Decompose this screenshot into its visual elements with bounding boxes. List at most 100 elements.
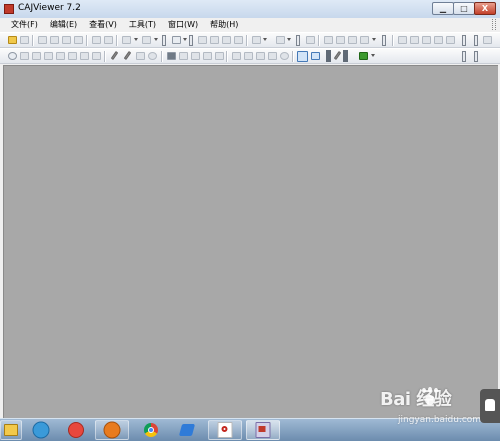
- underline-icon[interactable]: [244, 52, 253, 60]
- menu-window[interactable]: 窗口(W): [162, 19, 204, 31]
- redo-icon[interactable]: [142, 36, 151, 44]
- paste-icon[interactable]: [74, 36, 83, 44]
- find-next-icon[interactable]: [104, 36, 113, 44]
- close-button[interactable]: X: [474, 2, 496, 15]
- toolbar-separator: [226, 51, 227, 62]
- document-area[interactable]: [3, 65, 498, 420]
- window-title: CAJViewer 7.2: [18, 3, 81, 13]
- find-icon[interactable]: [92, 36, 101, 44]
- title-bar[interactable]: CAJViewer 7.2 ▁ □ X: [0, 0, 500, 19]
- taskbar-feishu-button[interactable]: [172, 420, 202, 440]
- zoom-out-icon[interactable]: [348, 36, 357, 44]
- side-feedback-tab[interactable]: [480, 389, 500, 423]
- taskbar-cajviewer-button[interactable]: [246, 420, 280, 440]
- print-preview-icon[interactable]: [50, 36, 59, 44]
- snapshot-icon[interactable]: [56, 52, 65, 60]
- menu-view[interactable]: 查看(V): [83, 19, 123, 31]
- image-tool-icon[interactable]: [44, 52, 53, 60]
- menu-help[interactable]: 帮助(H): [204, 19, 244, 31]
- pen-icon[interactable]: [110, 50, 119, 61]
- note-icon[interactable]: [167, 52, 176, 60]
- menu-tools[interactable]: 工具(T): [123, 19, 162, 31]
- baidu-paw-icon: [420, 387, 440, 406]
- zoom-dropdown-icon[interactable]: [372, 38, 376, 41]
- bookmark-icon[interactable]: [179, 52, 188, 60]
- undo-dropdown-icon[interactable]: [134, 38, 138, 41]
- draw-icon[interactable]: [333, 50, 342, 61]
- taskbar-video-player-button[interactable]: [60, 420, 92, 440]
- menu-grip-handle[interactable]: [492, 19, 496, 30]
- menu-file[interactable]: 文件(F): [0, 19, 44, 31]
- rotate-dropdown-icon[interactable]: [263, 38, 267, 41]
- fit-dropdown-icon[interactable]: [287, 38, 291, 41]
- link-icon[interactable]: [203, 52, 212, 60]
- toolbar-grip-handle[interactable]: [326, 50, 331, 62]
- back-icon[interactable]: [446, 36, 455, 44]
- first-page-icon[interactable]: [398, 36, 407, 44]
- print-icon[interactable]: [38, 36, 47, 44]
- toolbar-separator: [104, 51, 105, 62]
- taskbar-firefox-button[interactable]: [95, 420, 129, 440]
- stamp-icon[interactable]: [191, 52, 200, 60]
- fit-width-icon[interactable]: [276, 36, 285, 44]
- toolbar-grip-handle[interactable]: [343, 50, 348, 62]
- toolbar-scroll-handle[interactable]: [296, 35, 300, 46]
- search-doc-icon[interactable]: [297, 51, 308, 62]
- acrobat-icon: [217, 422, 233, 438]
- go-icon[interactable]: [359, 52, 368, 60]
- toolbar-scroll-handle[interactable]: [462, 51, 466, 62]
- copy-icon[interactable]: [62, 36, 71, 44]
- toolbar-separator: [292, 51, 293, 62]
- strikethrough-icon[interactable]: [232, 52, 241, 60]
- select-icon[interactable]: [20, 52, 29, 60]
- taskbar-explorer-button[interactable]: [0, 420, 22, 440]
- taskbar-acrobat-button[interactable]: [208, 420, 242, 440]
- toolbar-scroll-handle[interactable]: [162, 35, 166, 46]
- open-folder-icon[interactable]: [8, 36, 17, 44]
- menu-edit[interactable]: 编辑(E): [44, 19, 83, 31]
- save-icon[interactable]: [20, 36, 29, 44]
- minimize-button[interactable]: ▁: [432, 2, 454, 15]
- firefox-icon: [103, 421, 121, 439]
- anchor-icon[interactable]: [268, 52, 277, 60]
- navigate-icon[interactable]: [311, 52, 320, 60]
- hand-tool-icon[interactable]: [8, 52, 17, 60]
- music-icon[interactable]: [215, 52, 224, 60]
- forward-icon[interactable]: [483, 36, 492, 44]
- copy-text-icon[interactable]: [80, 52, 89, 60]
- zoom-page-icon[interactable]: [336, 36, 345, 44]
- highlighter-icon[interactable]: [123, 50, 132, 61]
- toolbar-scroll-handle[interactable]: [462, 35, 466, 46]
- toolbar-separator: [86, 35, 87, 46]
- highlight-text-icon[interactable]: [256, 52, 265, 60]
- text-select-icon[interactable]: [172, 36, 181, 44]
- text-select-dropdown-icon[interactable]: [183, 38, 187, 41]
- toolbar-scroll-handle[interactable]: [382, 35, 386, 46]
- taskbar-chrome-button[interactable]: [135, 420, 167, 440]
- next-page-icon[interactable]: [422, 36, 431, 44]
- facing-icon[interactable]: [234, 36, 243, 44]
- zoom-in-icon[interactable]: [360, 36, 369, 44]
- rotate-icon[interactable]: [252, 36, 261, 44]
- continuous-icon[interactable]: [222, 36, 231, 44]
- page-icon[interactable]: [198, 36, 207, 44]
- rectangle-icon[interactable]: [136, 52, 145, 60]
- undo-icon[interactable]: [122, 36, 131, 44]
- fit-page-icon[interactable]: [306, 36, 315, 44]
- toolbar-scroll-handle[interactable]: [474, 51, 478, 62]
- prev-page-icon[interactable]: [410, 36, 419, 44]
- last-page-icon[interactable]: [434, 36, 443, 44]
- text-tool-icon[interactable]: [32, 52, 41, 60]
- ellipse-icon[interactable]: [148, 52, 157, 60]
- toolbar-scroll-handle[interactable]: [189, 35, 193, 46]
- two-page-icon[interactable]: [210, 36, 219, 44]
- maximize-button[interactable]: □: [453, 2, 475, 15]
- annotation-icon[interactable]: [280, 52, 289, 60]
- ocr-icon[interactable]: [68, 52, 77, 60]
- toolbar-scroll-handle[interactable]: [474, 35, 478, 46]
- redo-dropdown-icon[interactable]: [154, 38, 158, 41]
- clipboard-icon[interactable]: [92, 52, 101, 60]
- actual-size-icon[interactable]: [324, 36, 333, 44]
- taskbar-qq-button[interactable]: [24, 420, 58, 440]
- go-dropdown-icon[interactable]: [371, 54, 375, 57]
